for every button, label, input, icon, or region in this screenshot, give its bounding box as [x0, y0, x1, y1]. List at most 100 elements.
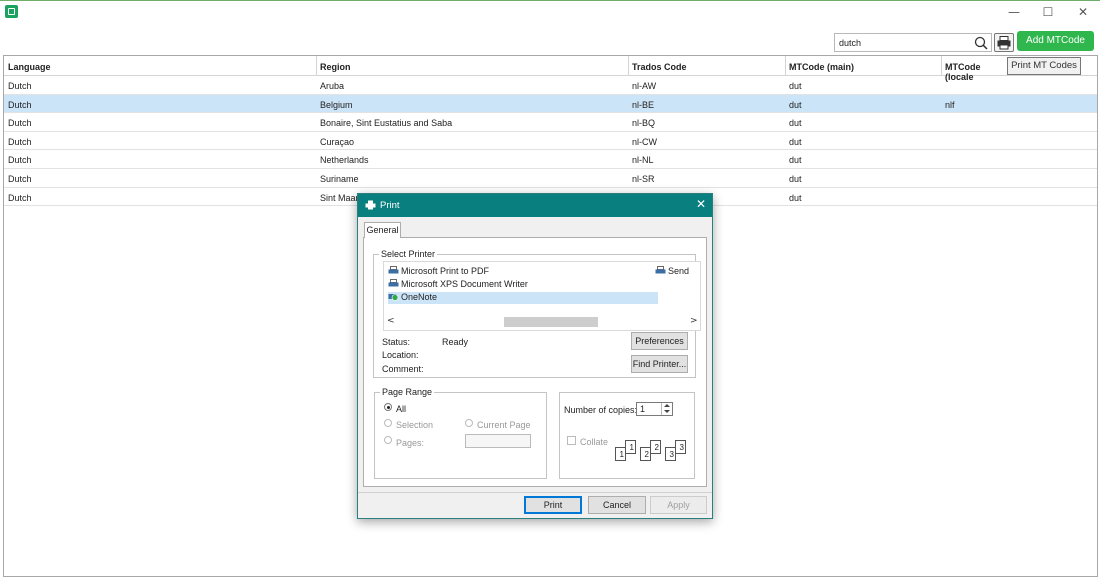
pages-label: Pages:	[396, 438, 425, 448]
dialog-divider	[358, 492, 712, 493]
printer-icon	[388, 279, 399, 287]
close-button[interactable]: ✕	[1073, 4, 1093, 20]
printer-item-selected[interactable]: OneNote	[388, 292, 658, 304]
column-separator[interactable]	[628, 56, 629, 76]
cell-trados-code: nl-BQ	[632, 118, 656, 129]
cell-mtcode-main: dut	[789, 155, 802, 166]
copies-label: Number of copies:	[564, 405, 638, 415]
column-header-trados-code[interactable]: Trados Code	[632, 62, 687, 72]
printer-item-label: OneNote	[401, 292, 438, 302]
printer-item[interactable]: Microsoft Print to PDF	[388, 266, 489, 278]
collate-checkbox[interactable]	[567, 436, 576, 445]
cell-language: Dutch	[8, 173, 32, 184]
current-page-label: Current Page	[477, 420, 531, 430]
printer-item[interactable]: Microsoft XPS Document Writer	[388, 279, 528, 291]
cell-language: Dutch	[8, 136, 32, 147]
printer-icon	[655, 266, 666, 274]
cell-region: Curaçao	[320, 136, 355, 147]
preferences-button[interactable]: Preferences	[631, 332, 688, 350]
print-mt-codes-button[interactable]	[994, 33, 1014, 52]
print-button[interactable]: Print	[524, 496, 582, 514]
table-body: Dutch Aruba nl-AW dut Dutch Belgium nl-BE dut nl…	[4, 76, 1097, 207]
copies-value: 1	[640, 404, 646, 414]
print-tooltip: Print MT Codes	[1007, 57, 1081, 75]
find-printer-button[interactable]: Find Printer...	[631, 355, 688, 373]
select-printer-label: Select Printer	[379, 249, 438, 259]
copies-stepper[interactable]: 1	[636, 402, 673, 416]
page-range-label: Page Range	[380, 387, 435, 397]
horizontal-scrollbar-thumb[interactable]	[504, 317, 598, 327]
cell-language: Dutch	[8, 155, 32, 166]
stepper-arrows[interactable]	[661, 403, 672, 415]
cell-mtcode-main: dut	[789, 81, 802, 91]
cell-region: Netherlands	[320, 155, 369, 166]
column-header-region[interactable]: Region	[320, 62, 351, 72]
column-separator[interactable]	[316, 56, 317, 76]
stepper-up-icon[interactable]	[664, 404, 670, 407]
cell-language: Dutch	[8, 192, 32, 203]
table-row[interactable]: Dutch Netherlands nl-NL dut	[4, 150, 1097, 169]
app-icon	[5, 5, 18, 18]
cell-mtcode-main: dut	[789, 192, 802, 203]
all-radio[interactable]	[384, 403, 392, 411]
apply-button[interactable]: Apply	[650, 496, 707, 514]
search-input[interactable]	[839, 36, 969, 50]
scroll-right-arrow[interactable]: >	[690, 316, 698, 326]
cell-language: Dutch	[8, 118, 32, 129]
cell-trados-code: nl-AW	[632, 81, 657, 91]
close-icon[interactable]: ✕	[696, 197, 706, 211]
location-label: Location:	[382, 350, 419, 360]
selection-radio[interactable]	[384, 419, 392, 427]
selection-label: Selection	[396, 420, 434, 430]
column-separator[interactable]	[941, 56, 942, 76]
cell-language: Dutch	[8, 99, 32, 110]
collate-label: Collate	[580, 437, 609, 447]
search-icon[interactable]	[974, 36, 988, 50]
table-row[interactable]: Dutch Belgium nl-BE dut nlf	[4, 94, 1097, 114]
printer-icon	[365, 200, 376, 210]
printer-list[interactable]: Microsoft Print to PDF Microsoft XPS Doc…	[383, 261, 701, 331]
current-page-radio[interactable]	[465, 419, 473, 427]
cancel-button[interactable]: Cancel	[588, 496, 646, 514]
table-row[interactable]: Dutch Suriname nl-SR dut	[4, 169, 1097, 188]
pages-input[interactable]	[465, 434, 531, 448]
maximize-button[interactable]: ☐	[1038, 4, 1058, 20]
status-value: Ready	[442, 337, 469, 347]
tab-general[interactable]: General	[364, 222, 401, 238]
print-dialog: Print ✕ General Select Printer Microsoft…	[357, 193, 713, 519]
scroll-left-arrow[interactable]: <	[387, 316, 395, 326]
search-box[interactable]	[834, 33, 992, 52]
cell-trados-code: nl-NL	[632, 155, 654, 166]
table-row[interactable]: Dutch Curaçao nl-CW dut	[4, 132, 1097, 151]
table-row[interactable]: Dutch Bonaire, Sint Eustatius and Saba nl-…	[4, 113, 1097, 132]
cell-trados-code: nl-SR	[632, 173, 655, 184]
cell-region: Aruba	[320, 81, 345, 91]
add-mtcode-button[interactable]: Add MTCode	[1017, 31, 1094, 51]
printer-item-label: Microsoft Print to PDF	[401, 266, 490, 276]
cell-mtcode-locale: nlf	[945, 99, 955, 110]
collate-page-icon: 2	[650, 440, 661, 454]
printer-item-label: Microsoft XPS Document Writer	[401, 279, 528, 289]
printer-icon	[388, 266, 399, 274]
stepper-down-icon[interactable]	[664, 410, 670, 413]
cell-mtcode-main: dut	[789, 99, 802, 110]
pages-radio[interactable]	[384, 436, 392, 444]
collate-page-icon: 1	[625, 440, 636, 454]
printer-icon	[997, 36, 1011, 50]
column-header-language[interactable]: Language	[8, 62, 51, 72]
table-row[interactable]: Dutch Aruba nl-AW dut	[4, 76, 1097, 95]
cell-region: Bonaire, Sint Eustatius and Saba	[320, 118, 453, 129]
comment-label: Comment:	[382, 364, 424, 374]
cell-mtcode-main: dut	[789, 173, 802, 184]
printer-item[interactable]: Send	[655, 266, 691, 278]
print-dialog-titlebar[interactable]: Print ✕	[358, 194, 712, 217]
default-printer-icon	[388, 294, 399, 301]
column-header-mtcode-main[interactable]: MTCode (main)	[789, 62, 854, 72]
cell-region: Suriname	[320, 173, 359, 184]
all-label: All	[396, 404, 407, 414]
minimize-button[interactable]: —	[1004, 4, 1024, 20]
cell-trados-code: nl-BE	[632, 99, 655, 110]
cell-trados-code: nl-CW	[632, 136, 657, 147]
column-separator[interactable]	[785, 56, 786, 76]
cell-mtcode-main: dut	[789, 136, 802, 147]
